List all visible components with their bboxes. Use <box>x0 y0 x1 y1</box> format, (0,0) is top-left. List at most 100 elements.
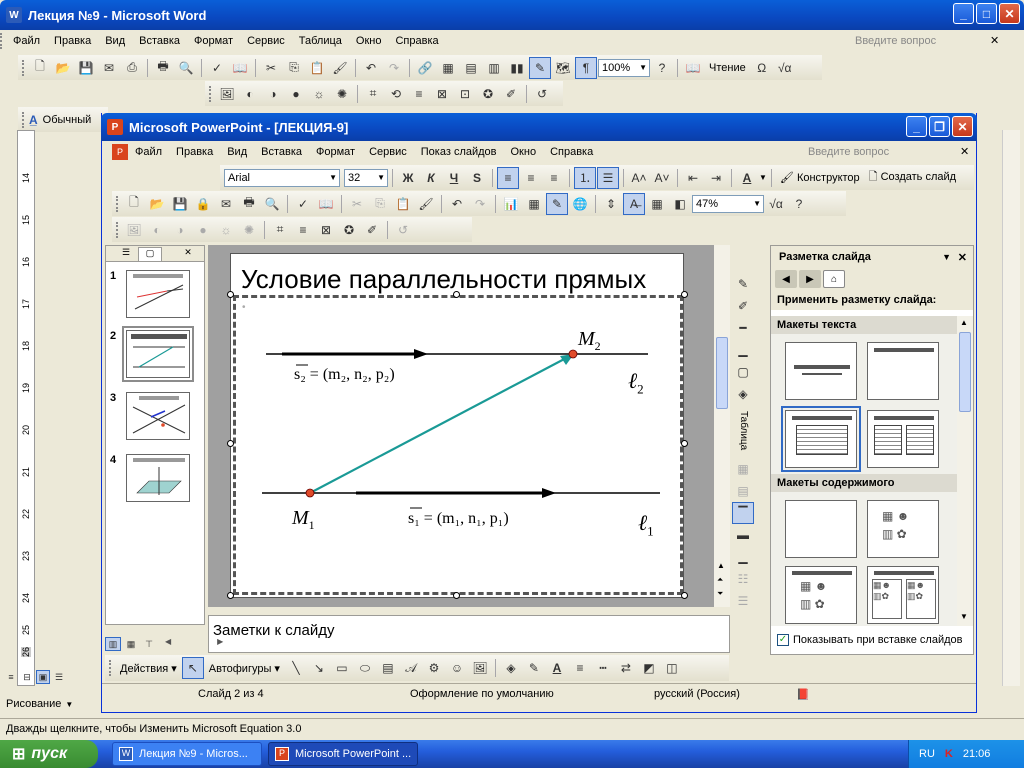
scroll-up-icon[interactable]: ▲ <box>960 318 968 327</box>
notes-pane[interactable]: Заметки к слайду <box>208 615 730 653</box>
help-icon[interactable]: ? <box>651 57 673 79</box>
copy-icon[interactable]: ⎘ <box>283 57 305 79</box>
format-picture-icon[interactable]: ✪ <box>477 83 499 105</box>
close-icon[interactable]: ✕ <box>176 247 200 261</box>
font-color-icon[interactable]: A <box>546 657 568 679</box>
read-label[interactable]: Чтение <box>705 62 750 74</box>
contrast-up-icon[interactable]: ◑ <box>262 83 284 105</box>
word-zoom-select[interactable]: 100% ▼ <box>598 58 650 77</box>
styles-icon[interactable]: A̲ <box>29 113 38 127</box>
spelling-status-icon[interactable]: 📕 <box>796 688 810 701</box>
eraser-icon[interactable]: ✐ <box>732 295 754 317</box>
chevron-down-icon[interactable]: ▼ <box>942 252 951 262</box>
grid-icon[interactable]: ▦ <box>646 193 668 215</box>
menu-window[interactable]: Окно <box>504 146 544 158</box>
back-icon[interactable]: ◀ <box>775 270 797 288</box>
textbox-icon[interactable]: ▤ <box>377 657 399 679</box>
start-button[interactable]: ⊞ пуск <box>0 740 98 768</box>
resize-handle[interactable] <box>453 291 460 298</box>
set-transparent-icon[interactable]: ✐ <box>500 83 522 105</box>
equation-icon[interactable]: √α <box>774 57 796 79</box>
designer-button[interactable]: 🖌 Конструктор <box>776 171 864 184</box>
slide-thumbnail-1[interactable]: 1 <box>110 270 190 318</box>
email-icon[interactable]: ⎙ <box>121 57 143 79</box>
resize-handle[interactable] <box>227 291 234 298</box>
checkbox-icon[interactable]: ✓ <box>777 634 789 646</box>
reset-picture-icon[interactable]: ↺ <box>531 83 553 105</box>
redo-icon[interactable]: ↷ <box>469 193 491 215</box>
web-view-icon[interactable]: ⊟ <box>20 670 34 684</box>
word-vertical-scrollbar[interactable] <box>1002 130 1020 686</box>
color-grayscale-icon[interactable]: ◧ <box>669 193 691 215</box>
show-on-insert-option[interactable]: ✓ Показывать при вставке слайдов <box>777 634 963 646</box>
draw-menu[interactable]: Рисование <box>6 698 61 710</box>
print-icon[interactable]: 🖶 <box>152 57 174 79</box>
rotate-icon[interactable]: ⟲ <box>385 83 407 105</box>
table-menu[interactable]: Таблица <box>738 411 749 450</box>
ppt-ask-box[interactable]: Введите вопрос <box>808 146 889 158</box>
hyperlink-icon[interactable]: 🔗 <box>414 57 436 79</box>
prev-slide-icon[interactable]: ⏶ <box>717 575 723 585</box>
normal-view-icon[interactable]: ≡ <box>4 670 18 684</box>
font-size-select[interactable]: 32 ▼ <box>344 168 388 187</box>
close-button[interactable]: ✕ <box>999 3 1020 24</box>
color-icon[interactable]: ◐ <box>146 219 168 241</box>
minimize-button[interactable]: _ <box>953 3 974 24</box>
brightness-up-icon[interactable]: ☼ <box>308 83 330 105</box>
spelling-icon[interactable]: ✓ <box>206 57 228 79</box>
layout-title-only[interactable] <box>867 342 939 400</box>
omega-icon[interactable]: Ω <box>751 57 773 79</box>
research-icon[interactable]: 📖 <box>315 193 337 215</box>
slideshow-icon[interactable]: ⊤ <box>141 637 157 651</box>
split-cell-icon[interactable]: ▤ <box>732 480 754 502</box>
chevron-down-icon[interactable]: ▼ <box>759 173 767 182</box>
numbering-icon[interactable]: ⒈ <box>574 166 596 189</box>
align-top-icon[interactable]: ▔ <box>732 502 754 525</box>
menu-view[interactable]: Вид <box>98 35 132 47</box>
close-icon[interactable]: ✕ <box>958 251 967 264</box>
reset-picture-icon[interactable]: ↺ <box>392 219 414 241</box>
layout-two-column-text[interactable] <box>867 410 939 468</box>
compress-icon[interactable]: ⊠ <box>431 83 453 105</box>
new-icon[interactable]: 🗋 <box>123 193 145 215</box>
read-icon[interactable]: 📖 <box>682 57 704 79</box>
show-formatting-icon[interactable]: A̶ <box>623 192 645 215</box>
columns-icon[interactable]: ▮▮ <box>506 57 528 79</box>
undo-icon[interactable]: ↶ <box>446 193 468 215</box>
menu-tools[interactable]: Сервис <box>362 146 414 158</box>
bold-button[interactable]: Ж <box>397 167 419 189</box>
menu-table[interactable]: Таблица <box>292 35 349 47</box>
shadow-icon[interactable]: ◩ <box>638 657 660 679</box>
maximize-button[interactable]: □ <box>976 3 997 24</box>
slide-sorter-icon[interactable]: ▦ <box>123 637 139 651</box>
format-painter-icon[interactable]: 🖌 <box>415 193 437 215</box>
tables-borders-icon[interactable]: ▦ <box>437 57 459 79</box>
cut-icon[interactable]: ✂ <box>346 193 368 215</box>
menu-help[interactable]: Справка <box>543 146 600 158</box>
border-color-icon[interactable]: ▁ <box>732 339 754 361</box>
doc-icon[interactable]: P <box>112 144 128 160</box>
layout-title-content[interactable]: ▦ ☻ ▥ ✿ <box>785 566 857 624</box>
resize-handle[interactable] <box>227 440 234 447</box>
save-icon[interactable]: 💾 <box>75 57 97 79</box>
3d-icon[interactable]: ◫ <box>661 657 683 679</box>
compress-icon[interactable]: ⊠ <box>315 219 337 241</box>
print-view-icon[interactable]: ▣ <box>36 670 50 684</box>
expand-all-icon[interactable]: ⇕ <box>600 193 622 215</box>
tables-borders-icon[interactable]: ✎ <box>546 192 568 215</box>
menu-insert[interactable]: Вставка <box>254 146 309 158</box>
taskbar-word-button[interactable]: W Лекция №9 - Micros... <box>112 742 262 766</box>
line-style-icon[interactable]: ≡ <box>292 219 314 241</box>
font-name-select[interactable]: Arial ▼ <box>224 168 340 187</box>
preview-icon[interactable]: 🔍 <box>175 57 197 79</box>
rectangle-icon[interactable]: ▭ <box>331 657 353 679</box>
underline-button[interactable]: Ч <box>443 167 465 189</box>
format-painter-icon[interactable]: 🖌 <box>329 57 351 79</box>
layout-blank[interactable] <box>785 500 857 558</box>
language-indicator[interactable]: RU <box>919 748 935 760</box>
increase-font-icon[interactable]: A˄ <box>628 167 650 189</box>
scroll-down-icon[interactable]: ▼ <box>960 612 968 621</box>
new-slide-button[interactable]: 🗋 Создать слайд <box>865 168 960 187</box>
style-value[interactable]: Обычный <box>39 114 96 126</box>
open-icon[interactable]: 📂 <box>52 57 74 79</box>
